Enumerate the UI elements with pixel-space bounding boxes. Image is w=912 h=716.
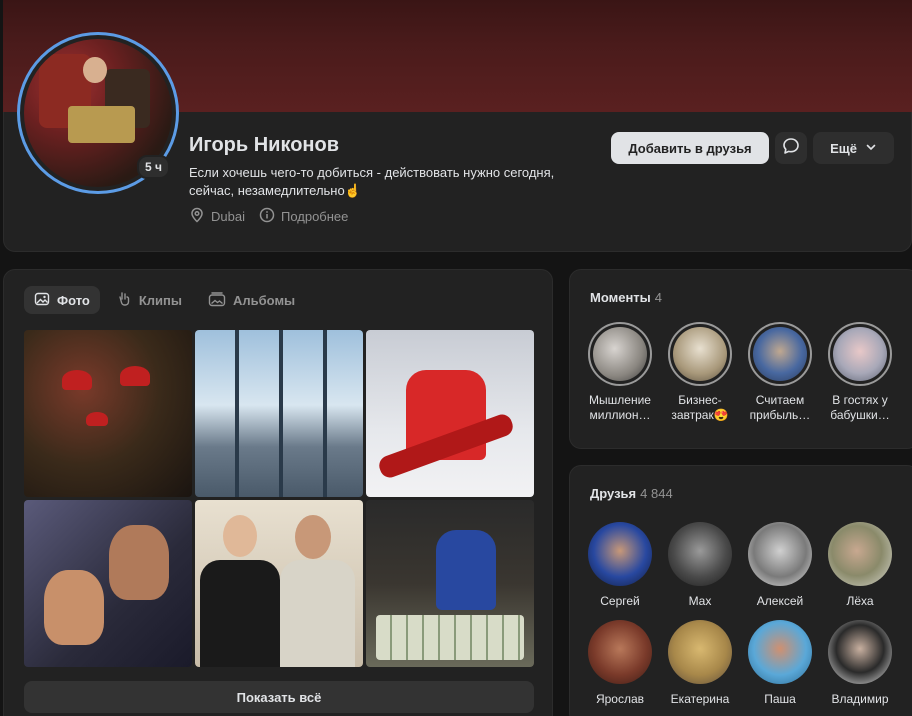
friend-avatar <box>588 522 652 586</box>
friends-card: Друзья 4 844 Сергей Max Алексей Лёха Ярос… <box>569 465 912 716</box>
friend-name: Сергей <box>600 594 640 608</box>
moments-list: Мышление миллион… Бизнес-завтрак😍 Считае… <box>584 322 896 423</box>
location-pin-icon <box>189 207 205 226</box>
tab-albums-label: Альбомы <box>233 292 296 308</box>
moments-card: Моменты 4 Мышление миллион… Бизнес-завтра… <box>569 269 912 449</box>
moment-label: Бизнес-завтрак😍 <box>671 393 729 422</box>
friends-count: 4 844 <box>640 486 673 501</box>
photo-thumbnail[interactable] <box>366 330 534 497</box>
friend-name: Лёха <box>846 594 874 608</box>
moment-thumbnail <box>593 327 647 381</box>
friend-name: Ярослав <box>595 692 645 706</box>
friend-item[interactable]: Ярослав <box>584 620 656 706</box>
message-bubble-icon <box>781 136 801 161</box>
moment-thumbnail <box>833 327 887 381</box>
moment-item[interactable]: Мышление миллион… <box>584 322 656 423</box>
photo-thumbnail[interactable] <box>366 500 534 667</box>
moment-thumbnail <box>753 327 807 381</box>
message-button[interactable] <box>775 132 807 164</box>
friend-name: Екатерина <box>670 692 730 706</box>
show-all-button[interactable]: Показать всё <box>24 681 534 713</box>
photo-thumbnail[interactable] <box>24 500 192 667</box>
profile-page: 5 ч Игорь Никонов Если хочешь чего-то до… <box>0 0 912 716</box>
photos-card: Фото Клипы Альбомы Показать всё <box>3 269 553 716</box>
tab-photos-label: Фото <box>57 292 90 308</box>
moment-thumbnail <box>673 327 727 381</box>
tab-photos[interactable]: Фото <box>24 286 100 314</box>
friend-name: Алексей <box>756 594 804 608</box>
image-icon <box>34 291 50 310</box>
info-icon <box>259 207 275 226</box>
friend-name: Владимир <box>831 692 889 706</box>
friends-title[interactable]: Друзья 4 844 <box>590 486 673 501</box>
photo-thumbnail[interactable] <box>195 500 363 667</box>
friend-item[interactable]: Екатерина <box>664 620 736 706</box>
friend-avatar <box>668 522 732 586</box>
moment-item[interactable]: В гостях у бабушки… <box>824 322 896 423</box>
photo-thumbnail[interactable] <box>24 330 192 497</box>
photo-thumbnail[interactable] <box>195 330 363 497</box>
friend-avatar <box>828 522 892 586</box>
more-button[interactable]: Ещё <box>813 132 894 164</box>
moments-title[interactable]: Моменты 4 <box>590 290 662 305</box>
friends-list: Сергей Max Алексей Лёха Ярослав Екатерин… <box>584 522 896 706</box>
friend-avatar <box>668 620 732 684</box>
friend-item[interactable]: Алексей <box>744 522 816 608</box>
location-item[interactable]: Dubai <box>189 207 245 226</box>
friend-item[interactable]: Лёха <box>824 522 896 608</box>
profile-status: Если хочешь чего-то добиться - действова… <box>189 165 555 198</box>
profile-name: Игорь Никонов <box>189 134 340 156</box>
details-item[interactable]: Подробнее <box>259 207 348 226</box>
tab-albums[interactable]: Альбомы <box>198 286 305 314</box>
friend-avatar <box>748 620 812 684</box>
moments-title-label: Моменты <box>590 290 651 305</box>
friend-item[interactable]: Max <box>664 522 736 608</box>
photos-tabs: Фото Клипы Альбомы <box>24 286 305 314</box>
add-friend-button[interactable]: Добавить в друзья <box>611 132 769 164</box>
album-icon <box>208 291 226 310</box>
friend-avatar <box>828 620 892 684</box>
chevron-down-icon <box>865 141 877 156</box>
photo-grid <box>24 330 534 667</box>
moment-label: В гостях у бабушки… <box>830 393 890 422</box>
tab-clips-label: Клипы <box>138 292 182 308</box>
friend-name: Max <box>688 594 712 608</box>
friend-item[interactable]: Паша <box>744 620 816 706</box>
details-label: Подробнее <box>280 209 349 224</box>
profile-meta: Dubai Подробнее <box>189 207 348 226</box>
tab-clips[interactable]: Клипы <box>106 286 192 314</box>
moment-label: Мышление миллион… <box>589 393 651 422</box>
friends-title-label: Друзья <box>590 486 637 501</box>
friend-avatar <box>748 522 812 586</box>
friend-name: Паша <box>764 692 796 706</box>
clips-hand-icon <box>116 291 132 310</box>
moment-item[interactable]: Бизнес-завтрак😍 <box>664 322 736 423</box>
more-label: Ещё <box>830 140 857 156</box>
moments-count: 4 <box>654 290 663 305</box>
friend-item[interactable]: Сергей <box>584 522 656 608</box>
moment-label: Считаем прибыль… <box>749 393 811 422</box>
moment-item[interactable]: Считаем прибыль… <box>744 322 816 423</box>
location-label: Dubai <box>211 209 245 224</box>
story-time-badge: 5 ч <box>137 155 170 179</box>
friend-avatar <box>588 620 652 684</box>
friend-item[interactable]: Владимир <box>824 620 896 706</box>
